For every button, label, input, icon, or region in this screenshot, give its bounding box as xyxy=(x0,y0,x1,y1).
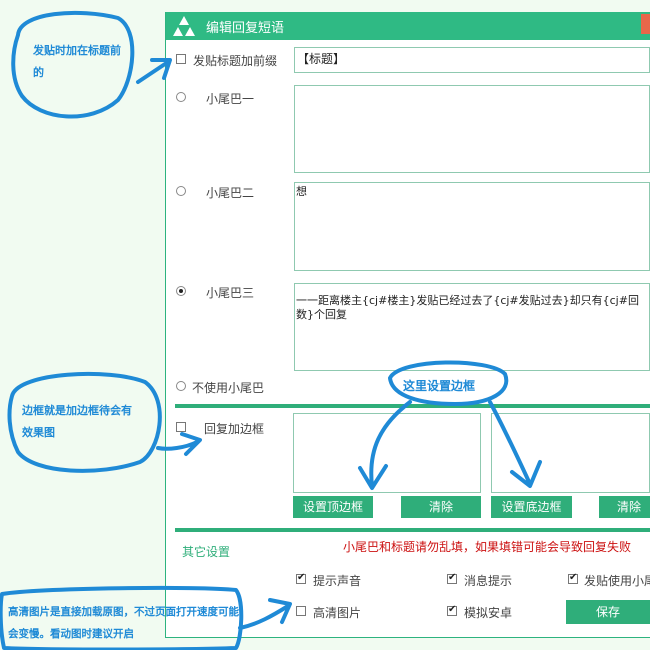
annotation-arrow-4 xyxy=(488,400,542,488)
annotation-arrow-1 xyxy=(136,58,172,84)
annotation-text-2: 边框就是加边框待会有效果图 xyxy=(22,404,132,439)
annotation-arrow-5 xyxy=(238,598,292,630)
annotation-text-3: 高清图片是直接加载原图，不过页面打开速度可能会变慢。看动图时建议开启 xyxy=(8,606,239,640)
annotation-text-1: 发贴时加在标题前的 xyxy=(33,44,121,79)
annotation-circle-3 xyxy=(388,360,509,406)
annotation-overlay xyxy=(0,10,542,650)
annotation-arrow-2 xyxy=(156,432,202,456)
annotation-arrow-3 xyxy=(358,400,412,490)
